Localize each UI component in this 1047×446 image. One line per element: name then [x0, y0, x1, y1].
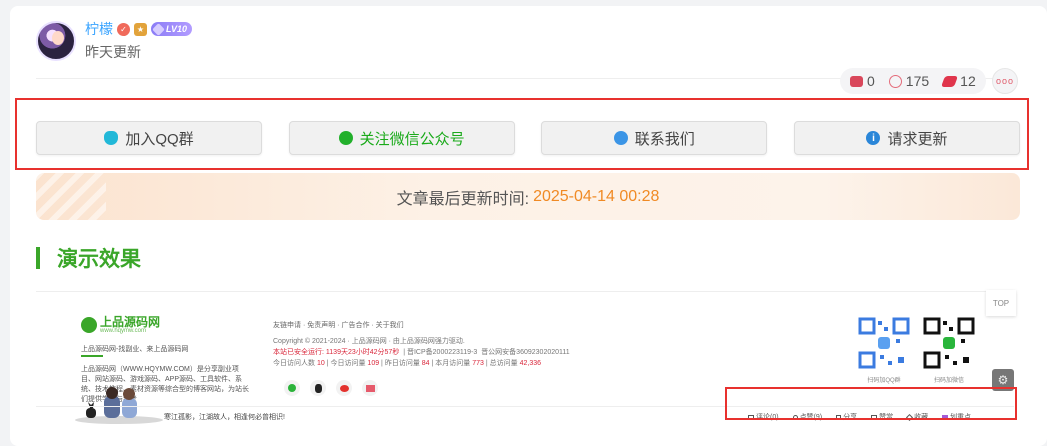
heading-bar	[36, 247, 40, 269]
section-title: 演示效果	[57, 248, 141, 271]
qq-qrcode	[858, 317, 910, 369]
share-icon	[941, 75, 959, 87]
comment-count[interactable]: 0	[850, 73, 875, 89]
logo-icon	[81, 317, 97, 333]
total-value: 42,336	[519, 360, 542, 367]
demo-logo-name: 上品源码网	[100, 315, 161, 329]
like-count-value: 175	[905, 73, 930, 89]
more-options-icon[interactable]: ooo	[992, 68, 1018, 94]
wechat-social-icon[interactable]	[284, 380, 300, 396]
runtime-label: 本站已安全运行:	[273, 349, 324, 356]
level-text: LV10	[166, 24, 188, 34]
icp-number[interactable]: 晋ICP备2000223119-3	[407, 349, 477, 356]
share-count[interactable]: 12	[941, 73, 976, 89]
total-label: 总访问量	[489, 360, 518, 367]
today-value: 10	[316, 360, 325, 367]
qq-social-icon[interactable]	[310, 380, 326, 396]
month-value: 773	[472, 360, 484, 367]
footer-runtime: 本站已安全运行: 1139天23小时42分57秒 | 晋ICP备20002231…	[273, 349, 570, 356]
demo-tagline-bar	[81, 355, 103, 357]
section-heading: 演示效果	[36, 243, 141, 273]
like-count[interactable]: 175	[888, 73, 930, 89]
back-to-top-button[interactable]: TOP	[986, 290, 1016, 316]
demo-logo: 上品源码网 www.hqymw.com	[81, 316, 160, 334]
weibo-social-icon[interactable]	[336, 380, 352, 396]
demo-slogan: 寒江孤影，江湖故人，相逢何必曾相识!	[164, 414, 285, 421]
notice-label: 文章最后更新时间:	[396, 190, 530, 208]
email-social-icon[interactable]	[362, 380, 378, 396]
level-badge: LV10	[151, 22, 193, 36]
today-visits-label: 今日访问量	[330, 360, 366, 367]
yesterday-label: 昨日访问量	[384, 360, 420, 367]
author-block: 柠檬 ✓ ★ LV10 昨天更新	[36, 19, 193, 62]
comment-icon	[850, 75, 863, 87]
today-label: 今日访问人数	[273, 360, 315, 367]
stripe-decoration	[36, 173, 106, 220]
update-time: 昨天更新	[85, 44, 141, 60]
notice-time: 2025-04-14 00:28	[533, 187, 660, 205]
like-icon	[888, 74, 902, 88]
runtime-value: 1139天23小时42分57秒	[325, 349, 400, 356]
footer-copyright: Copyright © 2021-2024 · 上品源码网 · 由上品源码网强力…	[273, 338, 465, 345]
wechat-qrcode-caption: 扫码加微信	[933, 378, 964, 384]
post-stats: 0 175 12	[840, 68, 986, 94]
qq-qrcode-caption: 扫码加QQ群	[867, 378, 901, 384]
today-visits-value: 109	[367, 360, 380, 367]
month-label: 本月访问量	[435, 360, 471, 367]
demo-tagline: 上品源码网-找副业、来上品源码网	[81, 346, 189, 353]
highlight-box-buttons	[15, 98, 1029, 170]
wechat-qrcode	[923, 317, 975, 369]
author-avatar[interactable]	[36, 21, 76, 61]
footer-stats: 今日访问人数 10 | 今日访问量 109 | 昨日访问量 84 | 本月访问量…	[273, 360, 542, 367]
footer-links[interactable]: 友链申请 · 免责声明 · 广告合作 · 关于我们	[273, 320, 404, 330]
post-card: 柠檬 ✓ ★ LV10 昨天更新 0 175 12 ooo 加入QQ群 关注微信…	[10, 6, 1047, 446]
gem-icon	[152, 22, 165, 36]
verified-badge-icon: ✓	[117, 22, 130, 36]
author-name[interactable]: 柠檬	[85, 19, 113, 39]
last-updated-notice: 文章最后更新时间: 2025-04-14 00:28	[36, 173, 1020, 220]
police-number[interactable]: 晋公网安备36092302020111	[481, 349, 569, 356]
highlight-box-actions	[725, 387, 1017, 420]
comment-count-value: 0	[867, 73, 875, 89]
share-count-value: 12	[960, 73, 976, 89]
yesterday-value: 84	[421, 360, 430, 367]
member-badge-icon: ★	[134, 22, 147, 36]
